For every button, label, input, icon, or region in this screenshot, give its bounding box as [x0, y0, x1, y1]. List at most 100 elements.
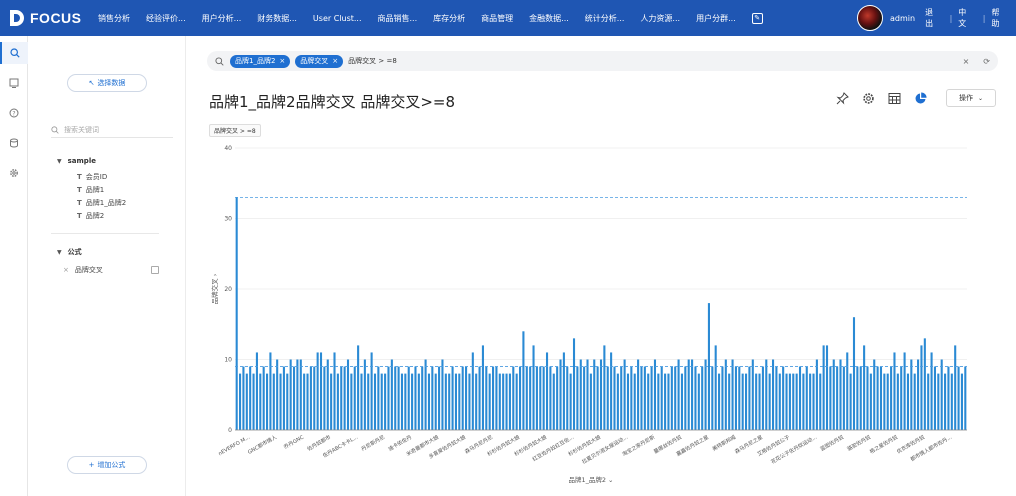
language-switch[interactable]: 中文 — [958, 7, 973, 29]
main-nav: 销售分析 经验评价... 用户分析... 财务数据... User Clust... 商品… — [98, 0, 763, 36]
pin-icon[interactable] — [835, 91, 849, 105]
bar — [755, 373, 758, 430]
bar — [390, 359, 393, 430]
search-text[interactable]: 品牌交叉 > =8 — [348, 56, 397, 66]
question-icon[interactable]: ? — [0, 102, 28, 124]
bar — [249, 366, 252, 430]
nav-item[interactable]: 用户分群... — [696, 13, 736, 24]
search-chip[interactable]: 品牌1_品牌2 × — [230, 54, 291, 68]
bar — [606, 366, 609, 430]
logo-text: FOCUS — [30, 10, 82, 26]
formula-title[interactable]: ▼ 公式 — [57, 247, 82, 257]
bar — [944, 373, 947, 430]
formula-item[interactable]: × 品牌交叉 — [63, 265, 159, 275]
chart-toolbar — [835, 91, 939, 105]
x-tick-label: 格之星佐丹奴 — [868, 433, 899, 455]
bar — [613, 366, 616, 430]
help-link[interactable]: 帮助 — [991, 7, 1006, 29]
bar — [252, 373, 255, 430]
bar — [798, 366, 802, 430]
avatar[interactable] — [857, 5, 883, 31]
bar — [380, 373, 383, 430]
logout-link[interactable]: 退出 — [925, 7, 940, 29]
nav-item[interactable]: 财务数据... — [257, 13, 297, 24]
bar — [900, 366, 903, 430]
nav-item[interactable]: 用户分析... — [202, 13, 242, 24]
bar — [825, 345, 829, 430]
bar — [353, 366, 356, 430]
bar — [336, 373, 339, 430]
bar — [549, 366, 552, 430]
bar — [309, 366, 312, 430]
field-item[interactable]: T 品牌1_品牌2 — [77, 198, 126, 208]
nav-item[interactable]: 库存分析 — [433, 13, 465, 24]
bar — [788, 373, 791, 430]
close-icon[interactable]: × — [63, 266, 69, 274]
search-bar[interactable]: 品牌1_品牌2 × 品牌交叉 × 品牌交叉 > =8 × ⟳ — [207, 51, 998, 71]
bar — [869, 373, 872, 430]
bar — [832, 359, 835, 430]
bar — [852, 317, 856, 430]
top-navbar: FOCUS 销售分析 经验评价... 用户分析... 财务数据... User Clus… — [0, 0, 1016, 36]
search-chip[interactable]: 品牌交叉 × — [295, 54, 344, 68]
bar — [596, 366, 599, 430]
bar — [768, 373, 771, 430]
bar — [694, 366, 697, 430]
bar — [242, 366, 245, 430]
bar — [731, 359, 734, 430]
choose-data-button[interactable]: ↖ 选择数据 — [67, 74, 147, 92]
bar — [562, 352, 565, 430]
logo-icon — [10, 10, 24, 26]
table-icon[interactable] — [887, 91, 901, 105]
gear-icon[interactable] — [861, 91, 875, 105]
clear-icon[interactable]: × — [963, 57, 970, 66]
database-icon[interactable] — [0, 132, 28, 154]
add-formula-button[interactable]: + 增加公式 — [67, 456, 147, 474]
nav-item[interactable]: 经验评价... — [146, 13, 186, 24]
field-item[interactable]: T 品牌1 — [77, 185, 104, 195]
y-tick-label: 30 — [224, 216, 232, 223]
dashboard-icon[interactable] — [0, 72, 28, 94]
y-tick-label: 10 — [224, 357, 232, 364]
close-icon: × — [332, 57, 339, 65]
settings-icon[interactable] — [0, 162, 28, 184]
dataset-title[interactable]: ▼ sample — [57, 157, 96, 165]
bar — [454, 373, 457, 430]
edit-icon[interactable]: ✎ — [751, 12, 763, 24]
pie-chart-icon[interactable] — [913, 91, 927, 105]
nav-item[interactable]: 商品销售... — [378, 13, 418, 24]
bar — [421, 366, 424, 430]
bar — [326, 359, 329, 430]
operate-dropdown[interactable]: 操作 ⌄ — [946, 89, 996, 107]
bar — [667, 373, 670, 430]
bar — [815, 359, 818, 430]
nav-item[interactable]: 金融数据... — [529, 13, 569, 24]
username[interactable]: admin — [890, 14, 915, 23]
nav-item[interactable]: 人力资源... — [640, 13, 680, 24]
field-item[interactable]: T 会员ID — [77, 172, 107, 182]
bar — [691, 359, 694, 430]
bar — [579, 359, 582, 430]
nav-item[interactable]: 商品管理 — [481, 13, 513, 24]
keyword-search-input[interactable]: 搜索关键词 — [51, 122, 173, 138]
refresh-icon[interactable]: ⟳ — [983, 57, 990, 66]
nav-item[interactable]: 统计分析... — [585, 13, 625, 24]
bar — [282, 366, 285, 430]
bar — [643, 366, 646, 430]
page-title: 品牌1_品牌2品牌交叉 品牌交叉>=8 — [209, 93, 456, 111]
bar — [407, 366, 410, 430]
bar — [657, 373, 660, 430]
focus-logo[interactable]: FOCUS — [8, 7, 82, 29]
nav-item[interactable]: User Clust... — [313, 14, 362, 23]
bar — [478, 366, 481, 430]
edit-icon[interactable] — [151, 266, 159, 274]
user-menu: admin 退出 | 中文 | 帮助 — [890, 0, 1016, 36]
bar — [255, 352, 258, 430]
search-icon[interactable] — [0, 42, 28, 64]
bar — [846, 352, 849, 430]
bar — [552, 373, 555, 430]
bar — [785, 373, 788, 430]
field-item[interactable]: T 品牌2 — [77, 211, 104, 221]
nav-item[interactable]: 销售分析 — [98, 13, 130, 24]
bar — [572, 338, 576, 430]
